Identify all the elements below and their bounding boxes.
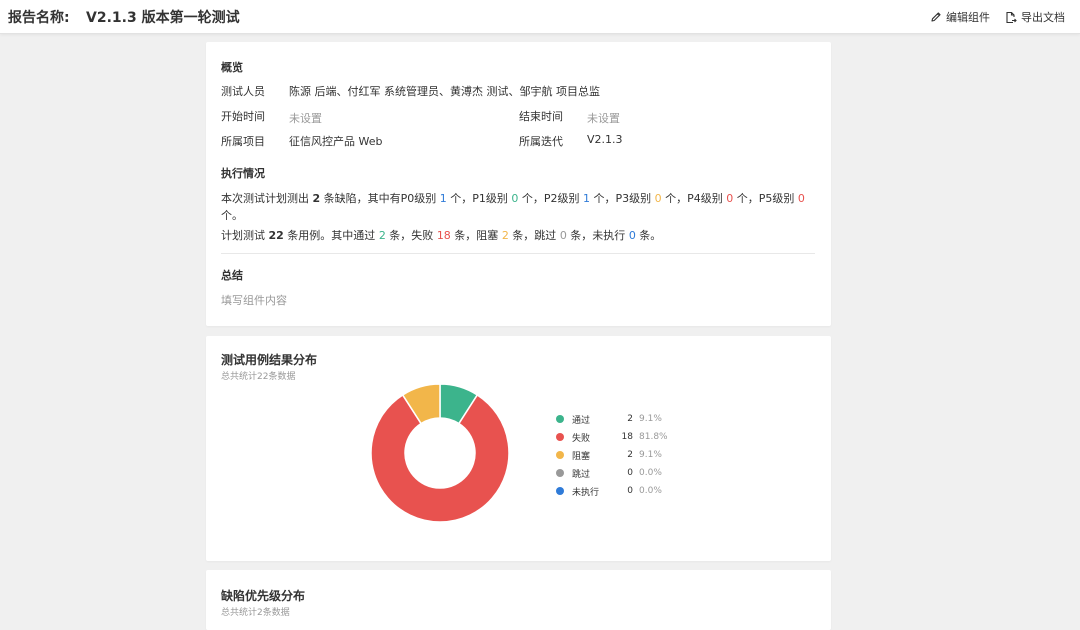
overview-title: 概览	[221, 61, 243, 74]
legend-item-2[interactable]: 阻塞 2 9.1%	[556, 446, 668, 464]
project-label: 所属项目	[221, 135, 265, 148]
legend-dot-icon	[556, 451, 564, 459]
defect-summary-line-end: 个。	[221, 209, 243, 222]
legend-dot-icon	[556, 433, 564, 441]
legend-percent: 0.0%	[639, 468, 662, 478]
legend-count: 2	[627, 414, 633, 424]
export-document-button[interactable]: 导出文档	[1005, 9, 1065, 25]
legend-dot-icon	[556, 415, 564, 423]
legend-percent: 0.0%	[639, 486, 662, 496]
edit-component-label: 编辑组件	[946, 11, 990, 24]
pencil-icon	[930, 11, 942, 23]
case-distribution-card: 测试用例结果分布 总共统计22条数据 通过 2 9.1% 失败 18 81.8% 阻塞 2 9.…	[206, 336, 831, 561]
defect-distribution-card: 缺陷优先级分布 总共统计2条数据	[206, 570, 831, 630]
legend-percent: 9.1%	[639, 450, 662, 460]
chart-legend: 通过 2 9.1% 失败 18 81.8% 阻塞 2 9.1% 跳过 0 0.0% 未执行 0 0.0%	[556, 410, 668, 500]
edit-component-button[interactable]: 编辑组件	[930, 9, 990, 25]
overview-card: 概览 测试人员 陈源 后端、付红军 系统管理员、黄溥杰 测试、邹宇航 项目总监 …	[206, 42, 831, 326]
export-document-label: 导出文档	[1021, 11, 1065, 24]
end-time-label: 结束时间	[519, 110, 563, 123]
legend-count: 0	[627, 486, 633, 496]
legend-label: 通过	[572, 415, 591, 426]
case-distribution-subtitle: 总共统计22条数据	[221, 372, 296, 382]
export-file-icon	[1005, 11, 1017, 24]
case-distribution-title: 测试用例结果分布	[221, 353, 318, 367]
legend-percent: 9.1%	[639, 414, 662, 424]
legend-item-0[interactable]: 通过 2 9.1%	[556, 410, 668, 428]
defect-summary-line: 本次测试计划测出 2 条缺陷，其中有P0级别 1 个，P1级别 0 个，P2级别…	[221, 192, 805, 205]
legend-count: 18	[621, 432, 633, 442]
report-name-value: V2.1.3 版本第一轮测试	[86, 10, 240, 26]
legend-dot-icon	[556, 469, 564, 477]
report-name-label: 报告名称:	[8, 10, 70, 26]
case-result-donut-chart	[370, 383, 510, 523]
legend-item-1[interactable]: 失败 18 81.8%	[556, 428, 668, 446]
legend-dot-icon	[556, 487, 564, 495]
testers-value: 陈源 后端、付红军 系统管理员、黄溥杰 测试、邹宇航 项目总监	[289, 85, 600, 98]
testers-label: 测试人员	[221, 85, 265, 98]
legend-label: 跳过	[572, 469, 591, 480]
legend-label: 阻塞	[572, 451, 591, 462]
defect-distribution-subtitle: 总共统计2条数据	[221, 608, 290, 618]
iteration-value: V2.1.3	[587, 133, 623, 146]
case-summary-line: 计划测试 22 条用例。其中通过 2 条，失败 18 条，阻塞 2 条，跳过 0…	[221, 229, 662, 242]
legend-item-4[interactable]: 未执行 0 0.0%	[556, 482, 668, 500]
iteration-label: 所属迭代	[519, 135, 563, 148]
legend-count: 0	[627, 468, 633, 478]
section-divider	[221, 253, 815, 254]
start-time-label: 开始时间	[221, 110, 265, 123]
top-bar: 报告名称: V2.1.3 版本第一轮测试 编辑组件 导出文档	[0, 0, 1080, 34]
legend-percent: 81.8%	[639, 432, 668, 442]
legend-count: 2	[627, 450, 633, 460]
execution-title: 执行情况	[221, 167, 265, 180]
defect-distribution-title: 缺陷优先级分布	[221, 589, 306, 603]
project-value: 征信风控产品 Web	[289, 135, 383, 148]
legend-item-3[interactable]: 跳过 0 0.0%	[556, 464, 668, 482]
end-time-value: 未设置	[587, 112, 620, 125]
legend-label: 失败	[572, 433, 591, 444]
summary-placeholder[interactable]: 填写组件内容	[221, 292, 287, 308]
start-time-value: 未设置	[289, 112, 322, 125]
legend-label: 未执行	[572, 487, 600, 498]
summary-title: 总结	[221, 269, 243, 282]
